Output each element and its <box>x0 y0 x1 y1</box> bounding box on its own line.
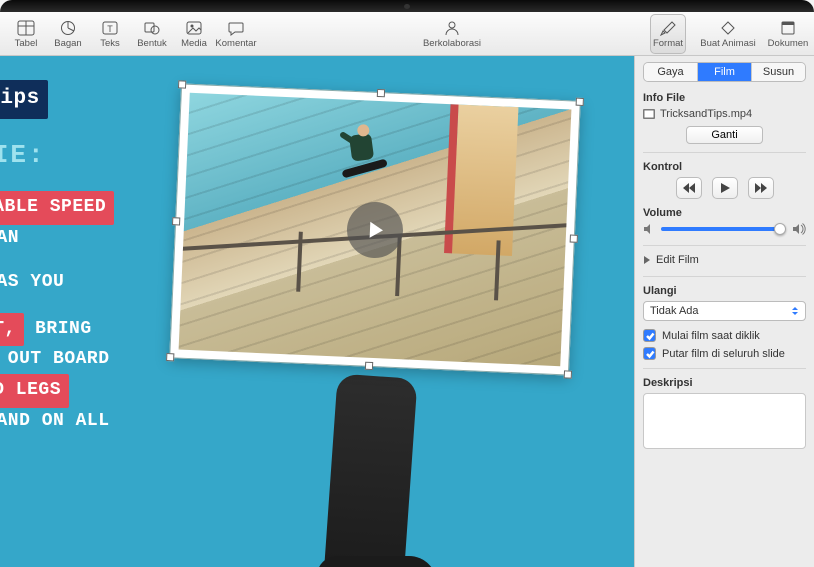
ulangi-select[interactable]: Tidak Ada <box>643 301 806 321</box>
toolbar-tabel[interactable]: Tabel <box>8 14 44 54</box>
toolbar-label: Buat Animasi <box>700 38 755 49</box>
table-icon <box>16 19 36 37</box>
toolbar-label: Bentuk <box>137 38 167 49</box>
resize-handle[interactable] <box>377 89 385 97</box>
device-bezel <box>0 0 814 12</box>
tab-susun[interactable]: Susun <box>751 63 805 81</box>
hl: FORTABLE SPEED <box>0 191 114 225</box>
bg-leg <box>322 373 417 567</box>
toolbar-label: Bagan <box>54 38 81 49</box>
info-file-header: Info File <box>643 92 806 104</box>
filename: TricksandTips.mp4 <box>660 108 752 120</box>
checkbox-label: Mulai film saat diklik <box>662 330 760 342</box>
edit-film-label: Edit Film <box>656 254 699 266</box>
checkbox-label: Putar film di seluruh slide <box>662 348 785 360</box>
txt: BRING <box>35 319 92 339</box>
toolbar-bagan[interactable]: Bagan <box>50 14 86 54</box>
toolbar-animasi[interactable]: Buat Animasi <box>692 14 764 54</box>
resize-handle[interactable] <box>178 80 186 88</box>
txt: YOU LAND ON ALL <box>0 411 110 431</box>
svg-text:T: T <box>107 24 113 34</box>
txt: LEVEL OUT BOARD <box>0 349 110 369</box>
volume-high-icon <box>792 223 806 235</box>
inspector-panel: Gaya Film Susun Info File TricksandTips.… <box>634 56 814 567</box>
resize-handle[interactable] <box>365 362 373 370</box>
volume-low-icon <box>643 223 655 235</box>
slider-knob[interactable] <box>774 223 786 235</box>
kontrol-header: Kontrol <box>643 161 806 173</box>
toolbar-label: Dokumen <box>768 38 809 49</box>
bg-shoe <box>317 556 437 567</box>
comment-icon <box>226 19 246 37</box>
deskripsi-header: Deskripsi <box>643 377 806 389</box>
resize-handle[interactable] <box>570 234 578 242</box>
shape-icon <box>142 19 162 37</box>
volume-slider[interactable] <box>661 227 786 231</box>
volume-header: Volume <box>643 207 806 219</box>
forward-button[interactable] <box>748 177 774 199</box>
rewind-button[interactable] <box>676 177 702 199</box>
checkbox-start-on-click[interactable] <box>643 329 656 342</box>
play-button[interactable] <box>712 177 738 199</box>
headline: OLLIE: <box>0 140 46 170</box>
file-row: TricksandTips.mp4 <box>643 108 806 120</box>
slide-canvas[interactable]: nd tips OLLIE: FORTABLE SPEED YOU CAN DO… <box>0 56 634 567</box>
deskripsi-textarea[interactable] <box>643 393 806 449</box>
toolbar-media[interactable]: Media <box>176 14 212 54</box>
toolbar-label: Berkolaborasi <box>423 38 481 49</box>
toolbar-komentar[interactable]: Komentar <box>218 14 254 54</box>
diamond-icon <box>718 19 738 37</box>
edit-film-disclosure[interactable]: Edit Film <box>643 254 806 266</box>
ulangi-header: Ulangi <box>643 285 806 297</box>
brush-icon <box>658 19 678 37</box>
chevron-updown-icon <box>791 306 799 316</box>
inspector-tabs: Gaya Film Susun <box>643 62 806 82</box>
toolbar-format[interactable]: Format <box>650 14 686 54</box>
resize-handle[interactable] <box>172 217 180 225</box>
ulangi-value: Tidak Ada <box>650 305 699 317</box>
toolbar-kolaborasi[interactable]: Berkolaborasi <box>416 14 488 54</box>
hl: XTEND LEGS <box>0 374 69 408</box>
resize-handle[interactable] <box>564 370 572 378</box>
toolbar-label: Komentar <box>215 38 256 49</box>
toolbar-label: Media <box>181 38 207 49</box>
text-icon: T <box>100 19 120 37</box>
resize-handle[interactable] <box>166 353 174 361</box>
toolbar-dokumen[interactable]: Dokumen <box>770 14 806 54</box>
tab-gaya[interactable]: Gaya <box>644 63 697 81</box>
media-icon <box>184 19 204 37</box>
person-icon <box>442 19 462 37</box>
toolbar-bentuk[interactable]: Bentuk <box>134 14 170 54</box>
txt: YOU CAN <box>0 228 19 248</box>
replace-button[interactable]: Ganti <box>686 126 762 144</box>
checkbox-play-across-slides[interactable] <box>643 347 656 360</box>
toolbar-teks[interactable]: T Teks <box>92 14 128 54</box>
toolbar-label: Tabel <box>15 38 38 49</box>
toolbar: Tabel Bagan T Teks Bentuk Media Komentar… <box>0 12 814 56</box>
chart-icon <box>58 19 78 37</box>
toolbar-label: Teks <box>100 38 120 49</box>
toolbar-label: Format <box>653 38 683 49</box>
movie-file-icon <box>643 108 655 120</box>
hl: CHEST, <box>0 313 24 347</box>
doc-icon <box>778 19 798 37</box>
video-object[interactable] <box>169 83 581 375</box>
tab-film[interactable]: Film <box>697 63 751 81</box>
txt: DOWN AS YOU <box>0 272 64 292</box>
resize-handle[interactable] <box>576 98 584 106</box>
title-pill: nd tips <box>0 80 48 119</box>
